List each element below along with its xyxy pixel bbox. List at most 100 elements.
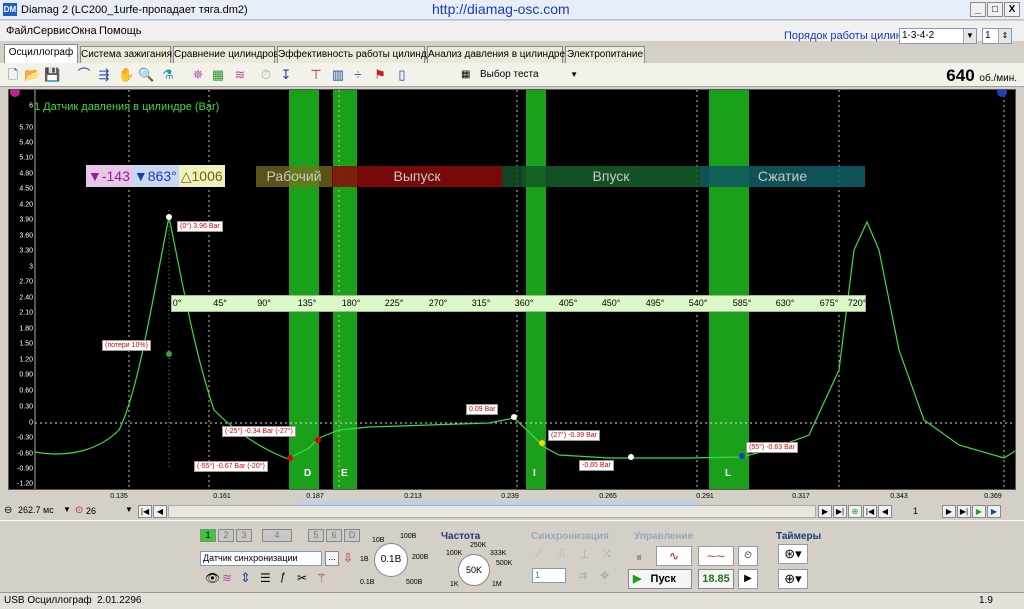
channel-6-button[interactable]: 6 [326,529,342,542]
auto-button[interactable]: ⏲ [738,546,758,566]
sync-rise-icon[interactable]: ⟋ [535,548,543,561]
divide-icon[interactable]: ÷ [350,67,366,83]
prev-button[interactable]: ◀ [878,505,892,518]
measure-icon[interactable]: ⇶ [96,67,112,83]
channel-d-button[interactable]: D [344,529,360,542]
tab-pressure-analysis[interactable]: Анализ давления в цилиндре [427,46,565,63]
channel-3-button[interactable]: 3 [236,529,252,542]
device-name: USB Осциллограф [4,595,92,606]
timebase-select[interactable]: 262.7 мс [16,504,62,518]
timer-button-2[interactable]: ⊕▾ [778,569,808,589]
scissors-icon[interactable]: ✂ [297,571,307,585]
flag-icon[interactable]: ⚑ [372,67,388,83]
marker-l[interactable]: L [725,468,731,479]
tab-ignition[interactable]: Система зажигания [80,46,172,63]
close-button[interactable]: X [1004,2,1020,17]
new-file-icon[interactable]: 🗋 [5,67,21,83]
target-icon[interactable]: ⊙ [75,505,83,516]
tab-oscilloscope[interactable]: Осциллограф [4,44,78,63]
auto-play-button[interactable]: ▶ [738,569,758,589]
sync-mode-icon[interactable]: ⇉ [578,569,587,582]
zero-icon[interactable]: ↧ [278,67,294,83]
function-icon[interactable]: ƒ [280,571,286,583]
open-folder-icon[interactable]: 📂 [24,67,40,83]
zoom-icon[interactable]: 🔍 [138,67,154,83]
oscilloscope-plot[interactable]: 6 5.70 5.40 5.10 4.80 4.50 4.20 3.90 3.6… [8,89,1016,490]
y-tick: 2.70 [19,278,33,286]
rpm-display: 640 об./мин. [946,66,1017,86]
next-page-button[interactable]: ▶| [957,505,971,518]
grid-icon[interactable]: ▦ [210,67,226,83]
voltage-knob[interactable]: 0.1В [374,543,408,577]
test-icon: ▦ [461,69,471,80]
wave-filter-icon[interactable]: ≋ [222,571,232,585]
filter-icon[interactable]: ⚗ [160,67,176,83]
marker-e[interactable]: E [341,468,348,479]
zoom-out-icon[interactable]: ⊖ [4,505,12,516]
single-wave-button[interactable]: ∿ [656,546,692,566]
maximize-button[interactable]: □ [987,2,1003,17]
tab-power[interactable]: Электропитание [565,46,645,63]
channel-1-button[interactable]: 1 [200,529,216,542]
channel-2-button[interactable]: 2 [218,529,234,542]
tab-cylinder-efficiency[interactable]: Эффективность работы цилиндров [277,46,443,63]
document-icon[interactable]: ▯ [394,67,410,83]
scroll-range-indicator[interactable] [300,501,700,505]
multi-wave-button[interactable]: ⁓⁓ [698,546,734,566]
hand-icon[interactable]: ✋ [118,67,134,83]
timer-button-1[interactable]: ⊛▾ [778,544,808,564]
horizontal-scrollbar[interactable] [168,505,816,518]
menu-service[interactable]: Сервис [33,25,71,37]
sync-channel-select[interactable]: 1 [532,568,566,583]
marker-i[interactable]: I [533,468,536,479]
minimize-button[interactable]: _ [970,2,986,17]
sync-move-icon[interactable]: ✥ [600,569,609,582]
scroll-left-button[interactable]: ◀ [153,505,167,518]
spark-icon[interactable]: ✵ [190,67,206,83]
timer-icon[interactable]: ⏱ [258,67,274,83]
website-url[interactable]: http://diamag-osc.com [432,1,570,17]
markers-icon[interactable]: ⚚ [316,571,327,585]
marker-d[interactable]: D [304,468,311,479]
lines-icon[interactable]: ☰ [260,571,271,585]
sensor-select[interactable]: Датчик синхронизации [200,551,322,566]
save-icon[interactable]: 💾 [44,67,60,83]
center-button[interactable]: ⊕ [848,505,862,518]
scroll-right-button[interactable]: ▶ [818,505,832,518]
menu-windows[interactable]: Окна [71,25,97,37]
start-button[interactable]: ▶ Пуск [628,569,692,589]
freq-label: 1K [450,581,459,588]
next-button[interactable]: ▶ [942,505,956,518]
menu-file[interactable]: Файл [6,25,33,37]
cylinder-order-select[interactable]: 1-3-4-2 ▼ [899,28,977,44]
chevron-down-icon[interactable]: ▼ [63,505,71,514]
auto-scale-icon[interactable]: ⌒ [76,67,92,83]
wave-icon[interactable]: ≋ [232,67,248,83]
play-fast-button[interactable]: ▶ [987,505,1001,518]
cylinder-spinner[interactable]: 1 ⇕ [982,28,1012,44]
sensor-settings-icon[interactable]: ⇩ [343,551,353,565]
prev-page-button[interactable]: |◀ [863,505,877,518]
vertical-arrows-icon[interactable]: ⇕ [240,570,251,586]
chevron-down-icon[interactable]: ▼ [125,505,133,514]
sync-level-icon[interactable]: ⊥ [580,548,590,561]
channel-5-button[interactable]: 5 [308,529,324,542]
angle-tick: 45° [213,298,227,308]
cursor-marker-icon[interactable]: ⊤ [308,67,324,83]
eye-icon[interactable]: 👁 [205,571,220,585]
test-select[interactable]: ▦ Выбор теста ▼ [458,66,582,83]
y-axis: 6 5.70 5.40 5.10 4.80 4.50 4.20 3.90 3.6… [9,90,35,489]
control-panel: 1 2 3 4 5 6 D Датчик синхронизации ... ⇩… [0,520,1024,592]
table-icon[interactable]: ▥ [330,67,346,83]
sync-auto-icon[interactable]: ⤨ [602,548,611,561]
channel-4-button[interactable]: 4 [262,529,292,542]
skip-right-button[interactable]: ▶| [833,505,847,518]
tab-cylinder-compare[interactable]: Сравнение цилиндров [173,46,279,63]
sync-fall-icon[interactable]: ⎍ [558,548,566,561]
scroll-start-button[interactable]: |◀ [138,505,152,518]
frequency-knob[interactable]: 50K [458,554,490,586]
play-button[interactable]: ▶ [972,505,986,518]
menu-help[interactable]: Помощь [99,25,142,37]
pause-icon[interactable]: ⏸ [636,550,642,565]
sensor-browse-button[interactable]: ... [325,551,339,566]
